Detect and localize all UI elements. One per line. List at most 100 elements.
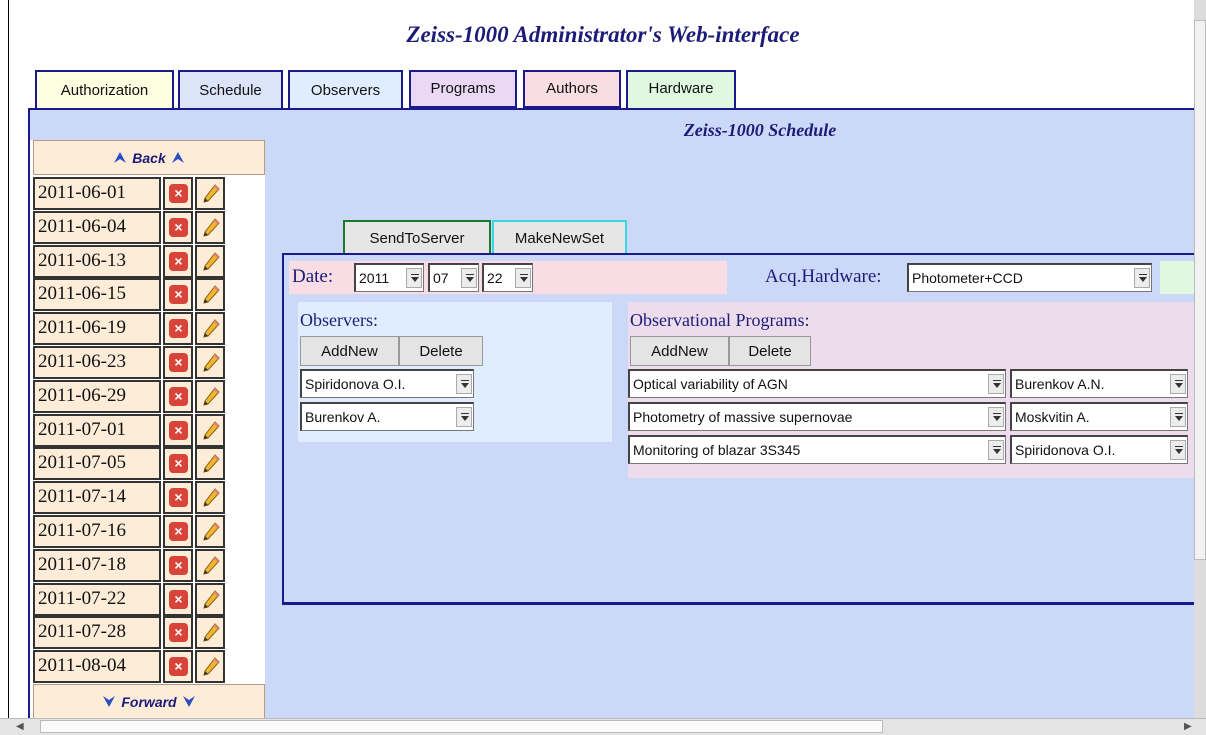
- back-button[interactable]: Back: [33, 140, 265, 175]
- delete-date-button[interactable]: ×: [163, 312, 193, 346]
- pencil-icon: [203, 184, 220, 203]
- edit-date-button[interactable]: [195, 616, 225, 650]
- delete-date-button[interactable]: ×: [163, 548, 193, 582]
- delete-date-button[interactable]: ×: [163, 582, 193, 616]
- month-select[interactable]: 07: [428, 263, 479, 292]
- date-entry[interactable]: 2011-06-04: [33, 210, 161, 244]
- program-select-3[interactable]: Monitoring of blazar 3S345: [628, 435, 1006, 464]
- delete-icon: ×: [169, 623, 188, 643]
- observers-label: Observers:: [300, 310, 378, 330]
- pencil-icon: [203, 657, 220, 676]
- edit-date-button[interactable]: [195, 413, 225, 447]
- delete-icon: ×: [169, 353, 188, 372]
- make-new-set-button[interactable]: MakeNewSet: [492, 220, 627, 255]
- vertical-scrollbar-thumb[interactable]: [1194, 20, 1206, 560]
- edit-date-button[interactable]: [195, 548, 225, 582]
- delete-icon: ×: [169, 522, 188, 541]
- date-entry[interactable]: 2011-06-19: [33, 312, 161, 346]
- edit-date-button[interactable]: [195, 379, 225, 413]
- edit-date-button[interactable]: [195, 650, 225, 684]
- tab-observers[interactable]: Observers: [288, 70, 403, 113]
- date-entry[interactable]: 2011-06-13: [33, 244, 161, 278]
- delete-date-button[interactable]: ×: [163, 210, 193, 244]
- delete-date-button[interactable]: ×: [163, 244, 193, 278]
- date-entry[interactable]: 2011-06-15: [33, 278, 161, 312]
- program-value: Optical variability of AGN: [633, 376, 788, 392]
- date-entry[interactable]: 2011-07-14: [33, 481, 161, 515]
- delete-date-button[interactable]: ×: [163, 413, 193, 447]
- delete-date-button[interactable]: ×: [163, 177, 193, 210]
- delete-icon: ×: [169, 488, 188, 508]
- year-select[interactable]: 2011: [354, 263, 424, 292]
- delete-date-button[interactable]: ×: [163, 515, 193, 548]
- delete-icon: ×: [169, 251, 188, 271]
- month-value: 07: [433, 270, 449, 286]
- delete-observer-button[interactable]: Delete: [399, 336, 483, 366]
- edit-date-button[interactable]: [195, 447, 225, 481]
- date-entry[interactable]: 2011-07-16: [33, 515, 161, 548]
- acq-hardware-select[interactable]: Photometer+CCD: [907, 263, 1152, 292]
- tab-authorization[interactable]: Authorization: [35, 70, 174, 113]
- forward-button[interactable]: Forward: [33, 684, 265, 719]
- observer-select-2[interactable]: Burenkov A.: [300, 402, 474, 431]
- program-select-1[interactable]: Optical variability of AGN: [628, 369, 1006, 398]
- delete-date-button[interactable]: ×: [163, 481, 193, 515]
- day-select[interactable]: 22: [482, 263, 533, 292]
- arrow-up-icon: [171, 152, 184, 163]
- program-author-select-2[interactable]: Moskvitin A.: [1010, 402, 1188, 431]
- delete-date-button[interactable]: ×: [163, 650, 193, 684]
- date-entry[interactable]: 2011-07-18: [33, 548, 161, 582]
- edit-date-button[interactable]: [195, 582, 225, 616]
- date-entry[interactable]: 2011-07-28: [33, 616, 161, 650]
- program-select-2[interactable]: Photometry of massive supernovae: [628, 402, 1006, 431]
- pencil-icon: [203, 420, 220, 440]
- tab-authors[interactable]: Authors: [523, 70, 621, 108]
- date-entry[interactable]: 2011-07-01: [33, 413, 161, 447]
- edit-date-button[interactable]: [195, 244, 225, 278]
- date-entry[interactable]: 2011-07-22: [33, 582, 161, 616]
- edit-date-button[interactable]: [195, 177, 225, 210]
- edit-date-button[interactable]: [195, 312, 225, 346]
- edit-date-button[interactable]: [195, 210, 225, 244]
- tab-label: Authors: [546, 80, 598, 97]
- send-to-server-button[interactable]: SendToServer: [343, 220, 491, 255]
- tab-schedule[interactable]: Schedule: [178, 70, 283, 110]
- delete-date-button[interactable]: ×: [163, 346, 193, 379]
- program-value: Photometry of massive supernovae: [633, 409, 853, 425]
- date-entry[interactable]: 2011-08-04: [33, 650, 161, 684]
- pencil-icon: [203, 319, 220, 338]
- programs-label: Observational Programs:: [630, 310, 810, 330]
- delete-date-button[interactable]: ×: [163, 379, 193, 413]
- dropdown-arrow-icon: [1170, 407, 1186, 427]
- edit-date-button[interactable]: [195, 346, 225, 379]
- back-label: Back: [132, 149, 166, 166]
- delete-program-button[interactable]: Delete: [729, 336, 811, 366]
- program-author-select-1[interactable]: Burenkov A.N.: [1010, 369, 1188, 398]
- date-entry[interactable]: 2011-06-23: [33, 346, 161, 379]
- tab-programs[interactable]: Programs: [409, 70, 517, 108]
- delete-date-button[interactable]: ×: [163, 278, 193, 312]
- edit-date-button[interactable]: [195, 278, 225, 312]
- edit-date-button[interactable]: [195, 515, 225, 548]
- horizontal-scrollbar-thumb[interactable]: [40, 720, 883, 733]
- acq-hardware-label: Acq.Hardware:: [765, 266, 882, 287]
- scroll-left-arrow-icon[interactable]: ◀: [16, 721, 24, 732]
- tab-label: Hardware: [648, 80, 714, 97]
- program-author-select-3[interactable]: Spiridonova O.I.: [1010, 435, 1188, 464]
- pencil-icon: [203, 488, 220, 507]
- tab-hardware[interactable]: Hardware: [626, 70, 736, 110]
- edit-date-button[interactable]: [195, 481, 225, 515]
- delete-icon: ×: [169, 319, 188, 339]
- observer-select-1[interactable]: Spiridonova O.I.: [300, 369, 474, 398]
- scroll-right-arrow-icon[interactable]: ▶: [1184, 721, 1192, 732]
- date-entry[interactable]: 2011-06-29: [33, 379, 161, 413]
- arrow-down-icon: [182, 696, 195, 707]
- delete-date-button[interactable]: ×: [163, 447, 193, 481]
- delete-icon: ×: [169, 184, 188, 203]
- delete-date-button[interactable]: ×: [163, 616, 193, 650]
- add-observer-button[interactable]: AddNew: [300, 336, 399, 366]
- add-program-button[interactable]: AddNew: [630, 336, 729, 366]
- dropdown-arrow-icon: [456, 407, 472, 427]
- date-entry[interactable]: 2011-07-05: [33, 447, 161, 481]
- date-entry[interactable]: 2011-06-01: [33, 177, 161, 210]
